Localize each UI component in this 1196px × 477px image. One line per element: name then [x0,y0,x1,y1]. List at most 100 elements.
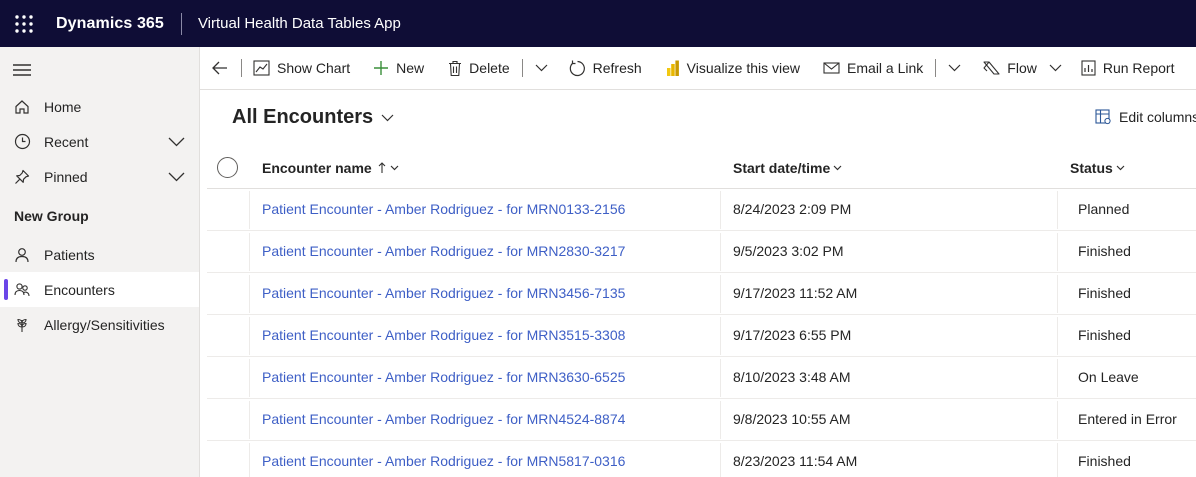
email-link-label: Email a Link [847,60,924,76]
chevron-down-icon [948,64,961,72]
edit-columns-label: Edit columns [1119,109,1196,125]
sidebar-group-title: New Group [14,208,89,224]
app-name[interactable]: Virtual Health Data Tables App [198,15,401,32]
chevron-down-icon [381,114,394,121]
column-header-label: Start date/time [733,160,831,176]
run-report-button[interactable]: Run Report [1081,47,1175,90]
start-date-cell: 8/24/2023 2:09 PM [733,201,852,217]
status-cell: Finished [1078,243,1131,259]
visualize-label: Visualize this view [686,60,801,76]
column-header-start-date[interactable]: Start date/time [733,160,842,176]
chevron-down-icon [390,165,399,171]
delete-button[interactable]: Delete [448,47,510,90]
command-divider [241,59,242,77]
sidebar-item-label: Patients [44,246,95,263]
status-cell: Entered in Error [1078,411,1177,427]
sidebar-item-patients[interactable]: Patients [0,237,199,272]
flow-icon [983,61,1000,75]
table-row[interactable]: Patient Encounter - Amber Rodriguez - fo… [207,441,1196,477]
start-date-cell: 9/17/2023 11:52 AM [733,285,858,301]
table-row[interactable]: Patient Encounter - Amber Rodriguez - fo… [207,189,1196,231]
back-button[interactable] [212,47,228,90]
clock-icon [14,133,30,150]
status-cell: Finished [1078,285,1131,301]
delete-more-button[interactable] [535,47,548,90]
refresh-button[interactable]: Refresh [569,47,642,90]
encounter-name-link[interactable]: Patient Encounter - Amber Rodriguez - fo… [262,369,625,385]
hamburger-icon [13,64,31,76]
encounter-name-link[interactable]: Patient Encounter - Amber Rodriguez - fo… [262,201,625,217]
plus-icon [374,61,389,75]
encounter-name-link[interactable]: Patient Encounter - Amber Rodriguez - fo… [262,243,625,259]
sitemap-toggle-button[interactable] [13,63,31,82]
table-row[interactable]: Patient Encounter - Amber Rodriguez - fo… [207,399,1196,441]
status-cell: Finished [1078,327,1131,343]
plant-icon [17,318,27,332]
column-header-label: Encounter name [262,160,372,176]
sort-ascending-icon [378,162,386,173]
sidebar-item-pinned[interactable]: Pinned [0,159,199,194]
chevron-down-icon[interactable] [168,137,185,147]
sidebar-item-label: Home [44,98,82,115]
start-date-cell: 9/8/2023 10:55 AM [733,411,851,427]
refresh-label: Refresh [592,60,642,76]
sidebar-item-label: Encounters [44,281,115,298]
command-bar: Show Chart New Delete Refresh Visualize … [200,47,1196,90]
waffle-icon [14,14,33,33]
flow-button[interactable]: Flow [983,47,1062,90]
delete-label: Delete [469,60,510,76]
email-more-button[interactable] [948,47,961,90]
person-icon [15,247,29,262]
column-header-status[interactable]: Status [1070,160,1125,176]
start-date-cell: 8/10/2023 3:48 AM [733,369,851,385]
sidebar-item-allergy-sensitivities[interactable]: Allergy/Sensitivities [0,307,199,342]
refresh-icon [569,60,585,76]
edit-columns-icon [1095,109,1111,125]
chevron-down-icon [833,165,842,171]
pin-icon [15,169,30,184]
chevron-down-icon [535,64,548,72]
encounter-name-link[interactable]: Patient Encounter - Amber Rodriguez - fo… [262,327,625,343]
status-cell: Planned [1078,201,1130,217]
chevron-down-icon[interactable] [168,172,185,182]
app-launcher-button[interactable] [0,0,47,47]
email-link-button[interactable]: Email a Link [823,47,923,90]
new-label: New [396,60,425,76]
view-selector[interactable]: All Encounters [232,106,394,129]
view-title: All Encounters [232,106,374,128]
run-report-label: Run Report [1102,60,1175,76]
status-cell: Finished [1078,453,1131,469]
flow-label: Flow [1007,60,1037,76]
command-divider [935,59,937,77]
table-row[interactable]: Patient Encounter - Amber Rodriguez - fo… [207,357,1196,399]
visualize-view-button[interactable]: Visualize this view [666,47,800,90]
start-date-cell: 8/23/2023 11:54 AM [733,453,858,469]
grid-header: Encounter name Start date/time Status [207,150,1196,189]
select-all-checkbox[interactable] [217,157,238,178]
edit-columns-button[interactable]: Edit columns [1095,109,1196,125]
sidebar-item-home[interactable]: Home [0,89,199,124]
table-row[interactable]: Patient Encounter - Amber Rodriguez - fo… [207,273,1196,315]
report-icon [1081,60,1096,76]
email-link-icon [823,62,840,74]
trash-icon [449,60,462,76]
arrow-left-icon [212,61,227,75]
sidebar-item-encounters[interactable]: Encounters [0,272,199,307]
table-row[interactable]: Patient Encounter - Amber Rodriguez - fo… [207,315,1196,357]
brand-title[interactable]: Dynamics 365 [56,15,164,33]
home-icon [15,99,29,114]
table-row[interactable]: Patient Encounter - Amber Rodriguez - fo… [207,231,1196,273]
encounter-name-link[interactable]: Patient Encounter - Amber Rodriguez - fo… [262,285,625,301]
encounter-name-link[interactable]: Patient Encounter - Amber Rodriguez - fo… [262,411,625,427]
encounter-name-link[interactable]: Patient Encounter - Amber Rodriguez - fo… [262,453,625,469]
show-chart-label: Show Chart [277,60,351,76]
people-icon [14,282,30,296]
column-header-encounter-name[interactable]: Encounter name [262,160,399,176]
chevron-down-icon [1049,64,1062,72]
new-button[interactable]: New [373,47,424,90]
show-chart-button[interactable]: Show Chart [253,47,350,90]
chart-icon [253,60,270,76]
chevron-down-icon [1116,165,1125,171]
column-header-label: Status [1070,160,1113,176]
sidebar-item-recent[interactable]: Recent [0,124,199,159]
